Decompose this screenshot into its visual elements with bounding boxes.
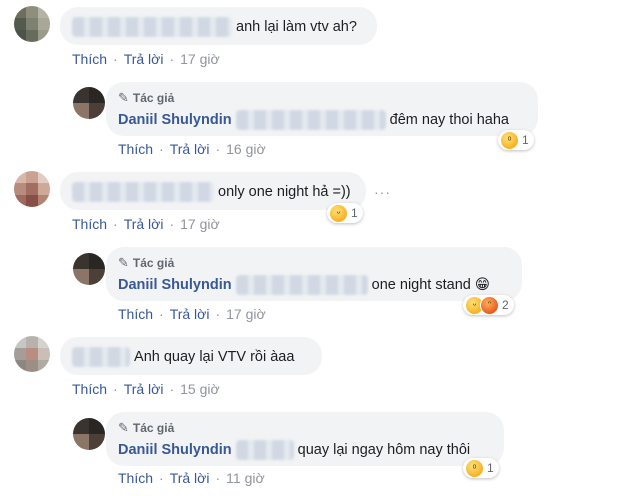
reply-link[interactable]: Trả lời bbox=[124, 381, 164, 397]
comment-text: anh lại làm vtv ah? bbox=[236, 19, 357, 35]
reaction-count: 1 bbox=[522, 133, 529, 147]
like-link[interactable]: Thích bbox=[72, 381, 107, 397]
redacted-name bbox=[235, 275, 368, 295]
comment-bubble: ✎ Tác giả Daniil Shulyndin one night stan… bbox=[106, 247, 522, 301]
reaction-summary[interactable]: ᵕ1 bbox=[327, 203, 363, 223]
redacted-name bbox=[72, 182, 214, 202]
comment-text: Anh quay lại VTV rồi àaa bbox=[134, 349, 295, 365]
comment-actions: Thích · Trả lời · 17 giờ bbox=[72, 216, 220, 232]
like-link[interactable]: Thích bbox=[118, 306, 153, 322]
reaction-summary[interactable]: ᵒ1 bbox=[463, 458, 499, 478]
reply-link[interactable]: Trả lời bbox=[170, 141, 210, 157]
reaction-count: 1 bbox=[487, 461, 494, 475]
like-link[interactable]: Thích bbox=[118, 141, 153, 157]
timestamp[interactable]: 17 giờ bbox=[180, 216, 220, 232]
reaction-summary[interactable]: ᵒ1 bbox=[498, 130, 534, 150]
like-link[interactable]: Thích bbox=[72, 51, 107, 67]
pencil-icon: ✎ bbox=[118, 90, 129, 105]
comment-text: đêm nay thoi haha bbox=[389, 112, 509, 128]
comment-bubble: anh lại làm vtv ah? bbox=[60, 7, 377, 45]
avatar[interactable] bbox=[14, 6, 50, 42]
timestamp[interactable]: 11 giờ bbox=[226, 470, 265, 486]
like-link[interactable]: Thích bbox=[72, 216, 107, 232]
haha-icon: ᵕ bbox=[329, 203, 348, 223]
comment-bubble: only one night hả =)) bbox=[60, 172, 366, 210]
avatar[interactable] bbox=[14, 171, 50, 207]
author-name[interactable]: Daniil Shulyndin bbox=[118, 277, 232, 293]
comment-text: one night stand 😁 bbox=[371, 277, 490, 293]
comment-text: only one night hả =)) bbox=[218, 184, 351, 200]
redacted-name bbox=[72, 17, 232, 37]
pencil-icon: ✎ bbox=[118, 420, 129, 435]
pencil-icon: ✎ bbox=[118, 255, 129, 270]
comment-actions: Thích · Trả lời · 16 giờ bbox=[118, 141, 266, 157]
author-name[interactable]: Daniil Shulyndin bbox=[118, 442, 232, 458]
timestamp[interactable]: 17 giờ bbox=[226, 306, 266, 322]
author-badge: Tác giả bbox=[132, 256, 175, 270]
reaction-summary[interactable]: ᵕᵔ2 bbox=[463, 295, 514, 315]
comment-actions: Thích · Trả lời · 11 giờ bbox=[118, 470, 265, 486]
wow-icon: ᵒ bbox=[500, 130, 519, 150]
timestamp[interactable]: 17 giờ bbox=[180, 51, 220, 67]
angry-icon: ᵔ bbox=[480, 295, 499, 315]
author-badge: Tác giả bbox=[132, 91, 175, 105]
comment-bubble: Anh quay lại VTV rồi àaa bbox=[60, 337, 322, 375]
author-avatar[interactable] bbox=[73, 253, 105, 285]
wow-icon: ᵒ bbox=[465, 458, 484, 478]
timestamp[interactable]: 15 giờ bbox=[180, 381, 220, 397]
redacted-name bbox=[235, 110, 386, 130]
author-badge: Tác giả bbox=[132, 421, 175, 435]
reply-link[interactable]: Trả lời bbox=[170, 306, 210, 322]
reaction-count: 1 bbox=[351, 206, 358, 220]
comment-actions: Thích · Trả lời · 15 giờ bbox=[72, 381, 220, 397]
like-link[interactable]: Thích bbox=[118, 470, 153, 486]
reply-link[interactable]: Trả lời bbox=[170, 470, 210, 486]
author-avatar[interactable] bbox=[73, 87, 105, 119]
redacted-name bbox=[72, 347, 130, 367]
more-options-icon[interactable]: ··· bbox=[374, 184, 391, 200]
author-avatar[interactable] bbox=[73, 418, 105, 450]
comment-bubble: ✎ Tác giả Daniil Shulyndin quay lại ngay … bbox=[106, 412, 504, 466]
timestamp[interactable]: 16 giờ bbox=[226, 141, 266, 157]
reply-link[interactable]: Trả lời bbox=[124, 216, 164, 232]
comment-actions: Thích · Trả lời · 17 giờ bbox=[118, 306, 266, 322]
avatar[interactable] bbox=[14, 336, 50, 372]
comment-text: quay lại ngay hôm nay thôi bbox=[297, 442, 471, 458]
reaction-count: 2 bbox=[502, 298, 509, 312]
reply-link[interactable]: Trả lời bbox=[124, 51, 164, 67]
comment-bubble: ✎ Tác giả Daniil Shulyndin đêm nay thoi h… bbox=[106, 82, 538, 136]
author-name[interactable]: Daniil Shulyndin bbox=[118, 112, 232, 128]
redacted-name bbox=[235, 440, 294, 460]
comment-actions: Thích · Trả lời · 17 giờ bbox=[72, 51, 220, 67]
